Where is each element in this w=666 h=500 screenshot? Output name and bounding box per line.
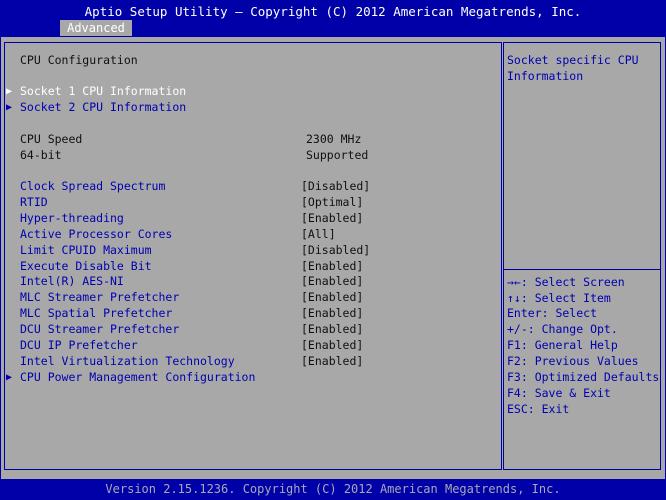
menu-item-cpu-power-management[interactable]: ▶ CPU Power Management Configuration: [6, 370, 255, 386]
option-active-processor-cores[interactable]: Active Processor Cores [All]: [6, 227, 336, 243]
app-title: Aptio Setup Utility – Copyright (C) 2012…: [84, 4, 582, 19]
footer-version: Version 2.15.1236. Copyright (C) 2012 Am…: [0, 480, 666, 500]
option-hyper-threading[interactable]: Hyper-threading [Enabled]: [6, 211, 363, 227]
option-execute-disable-bit[interactable]: Execute Disable Bit [Enabled]: [6, 259, 363, 275]
option-mlc-spatial-prefetcher[interactable]: MLC Spatial Prefetcher [Enabled]: [6, 306, 363, 322]
section-title: CPU Configuration: [20, 53, 138, 67]
title-bar: Aptio Setup Utility – Copyright (C) 2012…: [0, 0, 666, 36]
triangle-right-icon: ▶: [6, 102, 13, 113]
tab-advanced[interactable]: Advanced: [60, 20, 132, 36]
key-hint-optimized-defaults: F3: Optimized Defaults: [507, 370, 660, 384]
key-hint-enter: Enter: Select: [507, 306, 598, 320]
triangle-right-icon: ▶: [6, 86, 13, 97]
key-hint-save-exit: F4: Save & Exit: [507, 386, 611, 400]
option-aes-ni[interactable]: Intel(R) AES-NI [Enabled]: [6, 274, 363, 290]
menu-item-socket1-cpu-info[interactable]: ▶ Socket 1 CPU Information: [6, 84, 186, 100]
help-text-line1: Socket specific CPU: [507, 53, 639, 67]
info-row-cpu-speed: CPU Speed 2300 MHz: [20, 132, 362, 146]
key-hint-general-help: F1: General Help: [507, 338, 618, 352]
option-dcu-streamer-prefetcher[interactable]: DCU Streamer Prefetcher [Enabled]: [6, 322, 363, 338]
menu-item-socket2-cpu-info[interactable]: ▶ Socket 2 CPU Information: [6, 100, 186, 116]
option-limit-cpuid-maximum[interactable]: Limit CPUID Maximum [Disabled]: [6, 243, 370, 259]
key-hint-change-opt: +/-: Change Opt.: [507, 322, 618, 336]
key-hint-previous-values: F2: Previous Values: [507, 354, 639, 368]
triangle-right-icon: ▶: [6, 372, 13, 383]
option-rtid[interactable]: RTID [Optimal]: [6, 195, 363, 211]
key-hint-select-item: ↑↓: Select Item: [507, 291, 611, 305]
option-mlc-streamer-prefetcher[interactable]: MLC Streamer Prefetcher [Enabled]: [6, 290, 363, 306]
help-divider: [503, 269, 661, 270]
info-row-64bit: 64-bit Supported: [20, 148, 369, 162]
option-clock-spread-spectrum[interactable]: Clock Spread Spectrum [Disabled]: [6, 179, 370, 195]
option-intel-virtualization[interactable]: Intel Virtualization Technology [Enabled…: [6, 354, 363, 370]
key-hint-esc-exit: ESC: Exit: [507, 402, 570, 416]
option-dcu-ip-prefetcher[interactable]: DCU IP Prefetcher [Enabled]: [6, 338, 363, 354]
help-text-line2: Information: [507, 69, 584, 83]
key-hint-select-screen: →←: Select Screen: [507, 275, 625, 289]
